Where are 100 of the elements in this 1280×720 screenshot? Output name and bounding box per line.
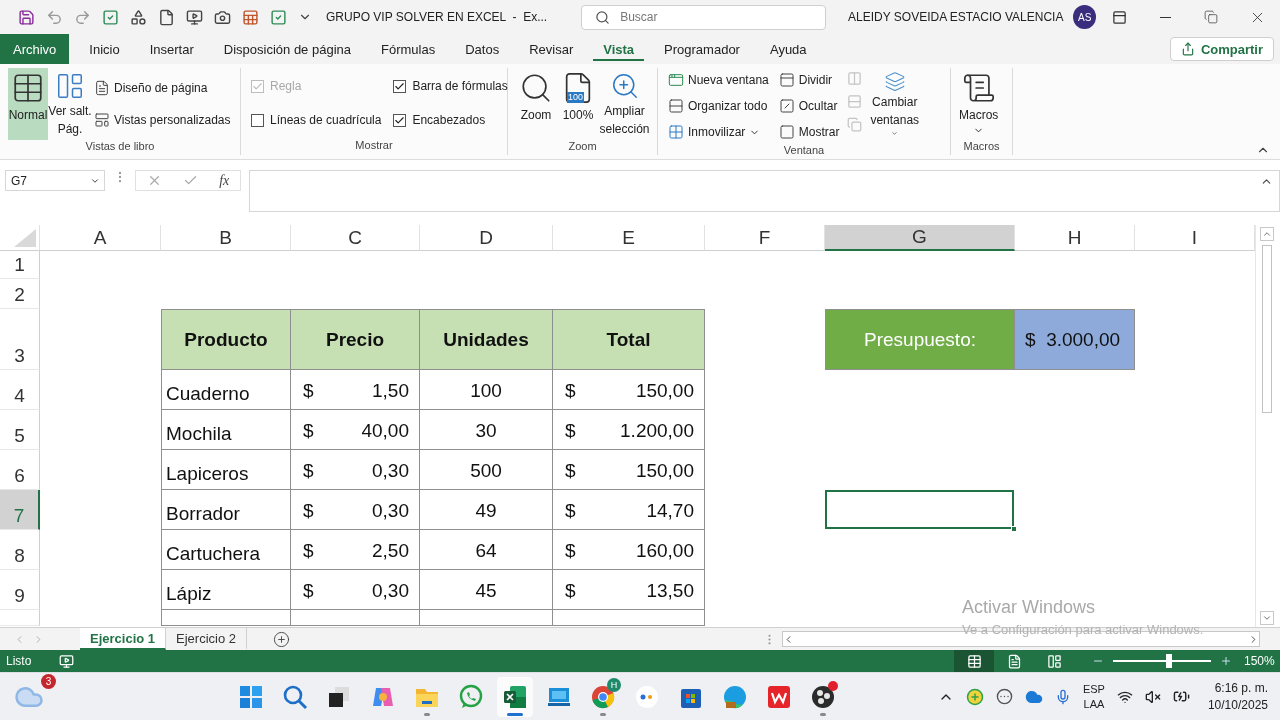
- row-header[interactable]: 8: [0, 530, 40, 570]
- view-button[interactable]: [954, 650, 994, 672]
- row-header[interactable]: 3: [0, 309, 40, 370]
- column-header[interactable]: A: [40, 225, 161, 251]
- budget-amount: 3.000,00: [1046, 328, 1121, 351]
- redo-icon[interactable]: [74, 8, 91, 26]
- window-button[interactable]: Nueva ventana: [666, 68, 771, 92]
- save-icon[interactable]: [18, 8, 35, 26]
- row-header[interactable]: 7: [0, 490, 40, 530]
- column-header[interactable]: I: [1135, 225, 1255, 251]
- add-sheet-icon[interactable]: [273, 630, 290, 648]
- window-button[interactable]: Organizar todo: [666, 94, 771, 118]
- row-header[interactable]: 4: [0, 370, 40, 410]
- menu-tab[interactable]: Disposición de página: [213, 34, 361, 64]
- column-header[interactable]: C: [291, 225, 420, 251]
- status-text: Listo: [6, 654, 32, 668]
- column-title: Producto: [184, 328, 268, 351]
- window-button[interactable]: Dividir: [776, 68, 842, 92]
- menu-tab[interactable]: Archivo: [0, 34, 70, 64]
- window-button[interactable]: Ocultar: [776, 94, 842, 118]
- chat-icon[interactable]: [458, 683, 484, 710]
- mute-icon[interactable]: [1144, 688, 1161, 705]
- product-name: Cartuchera: [166, 543, 260, 565]
- taskbar-button[interactable]: [497, 676, 533, 717]
- column-header[interactable]: H: [1015, 225, 1135, 251]
- switch-windows-button[interactable]: Cambiar ventanas: [868, 68, 922, 140]
- group-label: Vistas de libro: [85, 140, 155, 154]
- panel-icon: [1111, 9, 1127, 25]
- menu-tab[interactable]: Vista: [593, 34, 645, 64]
- taskbar-button[interactable]: H: [585, 676, 621, 717]
- insert-function-button[interactable]: fx: [219, 172, 230, 189]
- zoom-in-icon[interactable]: [1220, 655, 1232, 667]
- activation-title: Activar Windows: [962, 597, 1097, 618]
- share-icon: [1180, 42, 1195, 56]
- vertical-scrollbar[interactable]: [1255, 225, 1277, 627]
- undo-icon[interactable]: [46, 8, 63, 26]
- view-button[interactable]: Normal: [8, 68, 48, 140]
- menu-tab[interactable]: Inicio: [79, 34, 130, 64]
- row-header[interactable]: 5: [0, 410, 40, 450]
- view-button[interactable]: Diseño de página: [92, 76, 233, 100]
- user-avatar[interactable]: AS: [1073, 5, 1096, 29]
- checkbox[interactable]: [393, 113, 407, 127]
- checkbox-icon[interactable]: [270, 8, 287, 26]
- cloud-info-icon[interactable]: [995, 688, 1013, 705]
- menu-tab[interactable]: Insertar: [139, 34, 204, 64]
- column-header[interactable]: D: [420, 225, 553, 251]
- menu-tab[interactable]: Datos: [455, 34, 510, 64]
- plus-icon[interactable]: [965, 687, 984, 706]
- w-logo-icon[interactable]: [766, 683, 792, 710]
- column-header[interactable]: B: [161, 225, 291, 251]
- spreadsheet-icon[interactable]: [502, 683, 528, 710]
- name-box[interactable]: G7: [5, 170, 105, 191]
- selected-cell[interactable]: [825, 490, 1015, 530]
- menu-tab[interactable]: Ayuda: [759, 34, 817, 64]
- menu-tab[interactable]: Fórmulas: [371, 34, 446, 64]
- search-icon[interactable]: [282, 683, 308, 710]
- zoom-button[interactable]: Zoom: [516, 68, 556, 140]
- menu-tab[interactable]: Revisar: [519, 34, 584, 64]
- column-header[interactable]: E: [553, 225, 705, 251]
- scroll-down-icon[interactable]: [1261, 613, 1272, 623]
- zoom-button[interactable]: 100 100%: [558, 68, 598, 140]
- column-header[interactable]: F: [705, 225, 825, 251]
- browser-icon[interactable]: [590, 683, 616, 710]
- language-indicator[interactable]: ESP LAA: [1082, 681, 1105, 712]
- checkbox-icon[interactable]: [102, 8, 119, 26]
- camera-icon[interactable]: [214, 8, 231, 26]
- table-icon[interactable]: [242, 8, 259, 26]
- checkbox[interactable]: [393, 79, 407, 93]
- window-button[interactable]: Inmovilizar: [666, 120, 771, 144]
- menu-tab[interactable]: Programador: [654, 34, 750, 64]
- view-button[interactable]: Vistas personalizadas: [92, 108, 233, 132]
- share-button[interactable]: Compartir: [1169, 37, 1274, 61]
- row-header[interactable]: 1: [0, 251, 40, 279]
- formula-input[interactable]: [249, 170, 1280, 212]
- scroll-thumb[interactable]: [1261, 245, 1272, 413]
- macros-button[interactable]: Macros: [957, 68, 1001, 140]
- zoom-level: 150%: [1244, 654, 1276, 668]
- restore-icon: [1204, 10, 1218, 24]
- column-header[interactable]: G: [825, 225, 1015, 251]
- window-button[interactable]: Mostrar: [776, 120, 842, 144]
- windows-icon[interactable]: [238, 683, 264, 710]
- clock[interactable]: 6:16 p. m. 10/10/2025: [1207, 679, 1268, 714]
- shapes-icon[interactable]: [130, 8, 147, 26]
- sheet-tab[interactable]: Ejercicio 1: [80, 628, 167, 650]
- row-header[interactable]: 2: [0, 279, 40, 309]
- panel-icon: [778, 72, 795, 88]
- presentation-icon[interactable]: [186, 8, 203, 26]
- user-name: ALEIDY SOVEIDA ESTACIO VALENCIA: [848, 10, 1064, 24]
- record-icon[interactable]: [810, 683, 836, 710]
- row-header[interactable]: 6: [0, 450, 40, 490]
- scroll-up-icon[interactable]: [1261, 229, 1272, 239]
- search-field[interactable]: Buscar: [581, 4, 826, 30]
- fill-handle[interactable]: [1011, 526, 1017, 532]
- view-button[interactable]: Ver salt. Pág.: [50, 68, 90, 140]
- row-header[interactable]: 9: [0, 570, 40, 610]
- dots-icon[interactable]: [634, 683, 660, 710]
- zoom-button[interactable]: Ampliar selección: [600, 68, 649, 140]
- slider-thumb[interactable]: [1166, 654, 1173, 668]
- checkbox[interactable]: [251, 113, 264, 127]
- page-icon[interactable]: [158, 8, 175, 26]
